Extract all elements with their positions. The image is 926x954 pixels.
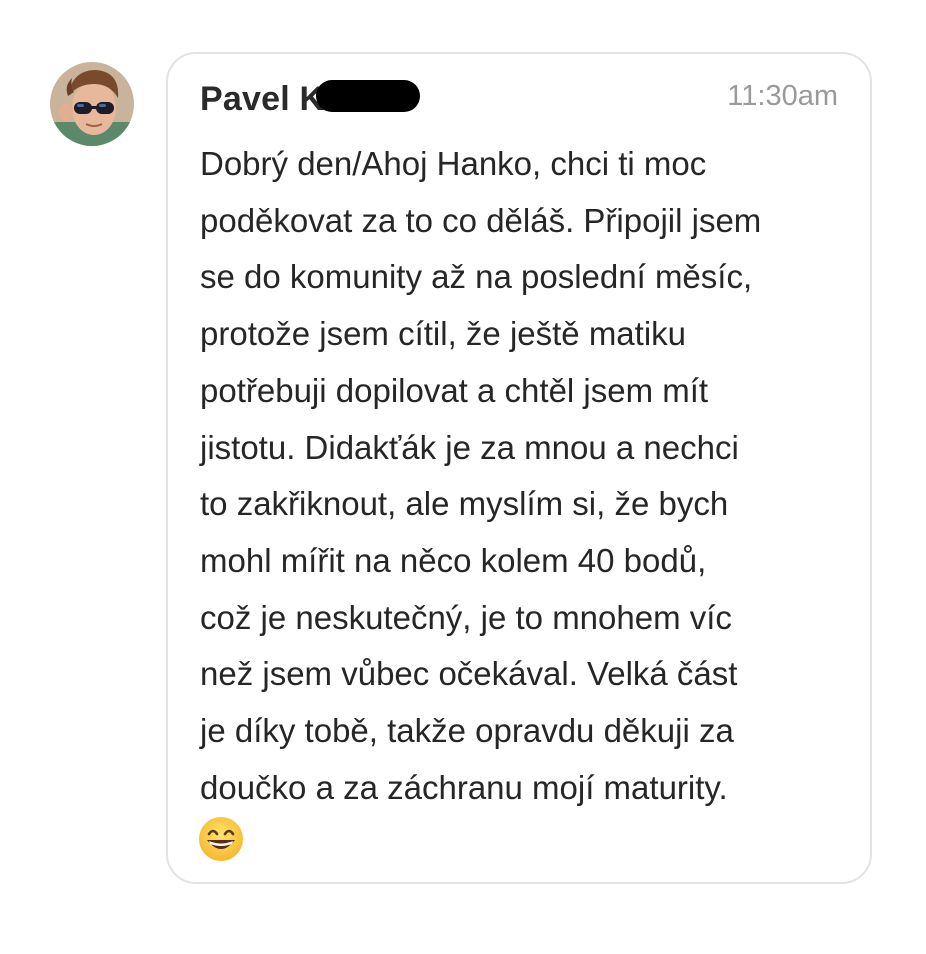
message-line: což je neskutečný, je to mnohem víc (200, 598, 732, 636)
avatar[interactable] (50, 62, 134, 146)
avatar-photo (50, 62, 134, 146)
message-line: se do komunity až na poslední měsíc, (200, 258, 753, 296)
redaction-mark (316, 80, 420, 112)
message-line: poděkovat za to co děláš. Připojil jsem (200, 201, 762, 239)
message-line: to zakřiknout, ale myslím si, že bych (200, 485, 729, 523)
message-timestamp: 11:30am (727, 80, 838, 112)
author-name[interactable]: Pavel K (200, 80, 324, 119)
message-bubble: Pavel K 11:30am Dobrý den/Ahoj Hanko, ch… (166, 52, 872, 884)
message-text: Dobrý den/Ahoj Hanko, chci ti moc poděko… (200, 136, 850, 816)
grinning-face-emoji-icon (199, 817, 243, 861)
message-line: potřebuji dopilovat a chtěl jsem mít (200, 371, 709, 409)
message-line: mohl mířit na něco kolem 40 bodů, (200, 541, 707, 579)
message-line: než jsem vůbec očekával. Velká část (200, 655, 738, 693)
message-line: je díky tobě, takže opravdu děkuji za (200, 712, 734, 750)
message-line: protože jsem cítil, že ještě matiku (200, 315, 687, 353)
message-line: doučko a za záchranu mojí maturity. (200, 768, 728, 806)
message-line: jistotu. Didakťák je za mnou a nechci (200, 428, 739, 466)
message-line: Dobrý den/Ahoj Hanko, chci ti moc (200, 145, 707, 182)
